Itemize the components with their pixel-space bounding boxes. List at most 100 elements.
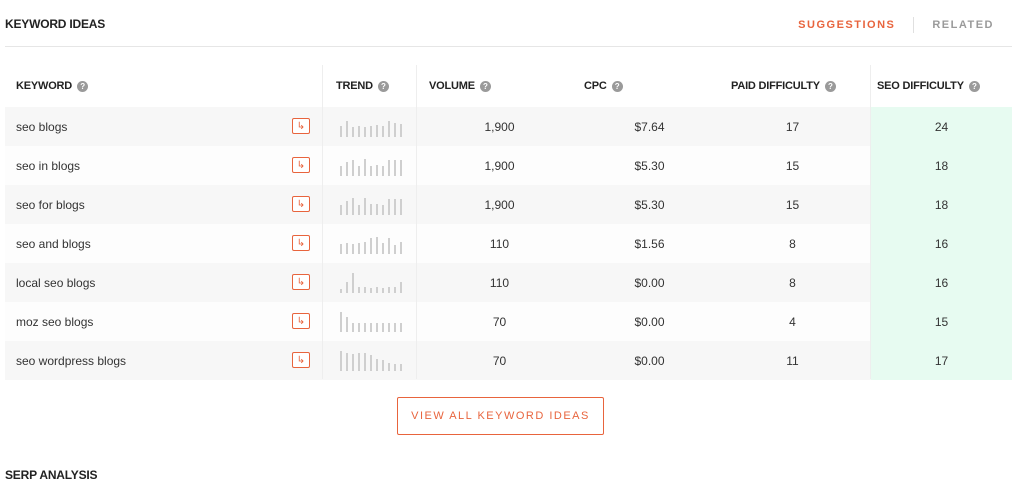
trend-bar	[358, 286, 360, 293]
column-header-trend[interactable]: TREND ?	[336, 65, 389, 107]
help-circle-icon[interactable]: ?	[824, 80, 836, 92]
keyword-link[interactable]: seo in blogs	[16, 146, 80, 185]
trend-bar	[394, 198, 396, 215]
table-row: local seo blogs ↳ 110 $0.00 8 16	[5, 263, 1012, 302]
trend-bar	[352, 243, 354, 254]
arrow-redirect-icon[interactable]: ↳	[292, 118, 310, 134]
seo-difficulty-cell: 24	[871, 107, 1012, 146]
table-row: seo and blogs ↳ 110 $1.56 8 16	[5, 224, 1012, 263]
trend-bar	[394, 363, 396, 371]
help-circle-icon[interactable]: ?	[479, 80, 491, 92]
keyword-link[interactable]: seo for blogs	[16, 185, 85, 224]
trend-bar	[346, 200, 348, 215]
trend-bar	[340, 311, 342, 332]
volume-cell: 1,900	[484, 158, 515, 173]
trend-bar	[400, 322, 402, 332]
trend-bar	[346, 242, 348, 254]
trend-sparkline	[340, 185, 410, 224]
trend-bar	[388, 159, 390, 176]
column-header-seo-difficulty[interactable]: SEO DIFFICULTY ?	[877, 65, 980, 107]
table-row: seo blogs ↳ 1,900 $7.64 17 24	[5, 107, 1012, 146]
keyword-link[interactable]: local seo blogs	[16, 263, 95, 302]
keyword-link[interactable]: seo blogs	[16, 107, 67, 146]
tab-bar: SUGGESTIONS RELATED	[798, 17, 994, 33]
trend-bar	[400, 241, 402, 254]
help-circle-icon[interactable]: ?	[968, 80, 980, 92]
trend-bar	[370, 165, 372, 176]
trend-bar	[358, 125, 360, 137]
trend-bar	[364, 352, 366, 371]
trend-chart	[340, 272, 402, 293]
trend-bar	[340, 350, 342, 371]
trend-bar	[382, 242, 384, 254]
seo-difficulty-cell: 18	[871, 185, 1012, 224]
tab-divider	[913, 17, 915, 33]
trend-bar	[364, 322, 366, 332]
trend-bar	[394, 286, 396, 293]
help-circle-icon[interactable]: ?	[77, 80, 89, 92]
table-row: seo for blogs ↳ 1,900 $5.30 15 18	[5, 185, 1012, 224]
help-circle-icon[interactable]: ?	[611, 80, 623, 92]
trend-bar	[400, 281, 402, 293]
trend-bar	[388, 120, 390, 137]
keyword-link[interactable]: moz seo blogs	[16, 302, 93, 341]
trend-bar	[382, 204, 384, 215]
column-header-keyword[interactable]: KEYWORD ?	[16, 65, 89, 107]
trend-bar	[376, 164, 378, 176]
keyword-text: seo and blogs	[16, 236, 91, 251]
help-circle-icon[interactable]: ?	[377, 80, 389, 92]
trend-bar	[340, 125, 342, 137]
tab-related[interactable]: RELATED	[932, 19, 994, 31]
keyword-ideas-table: KEYWORD ? TREND ? VOLUME ? CPC ? PAID DI…	[5, 65, 1012, 380]
column-header-label: PAID DIFFICULTY	[731, 80, 820, 92]
column-divider	[416, 65, 417, 379]
arrow-redirect-icon[interactable]: ↳	[292, 313, 310, 329]
keyword-text: seo for blogs	[16, 197, 85, 212]
trend-bar	[400, 159, 402, 176]
trend-bar	[382, 359, 384, 371]
trend-bar	[340, 243, 342, 254]
paid-difficulty-cell: 15	[785, 158, 800, 173]
trend-bar	[394, 244, 396, 254]
volume-cell: 1,900	[484, 119, 515, 134]
paid-difficulty-cell: 17	[785, 119, 800, 134]
view-all-keyword-ideas-button[interactable]: VIEW ALL KEYWORD IDEAS	[397, 397, 604, 435]
volume-cell: 110	[489, 236, 510, 251]
trend-bar	[394, 322, 396, 332]
keyword-text: seo in blogs	[16, 158, 81, 173]
trend-bar	[346, 161, 348, 176]
arrow-redirect-icon[interactable]: ↳	[292, 352, 310, 368]
paid-difficulty-cell: 8	[789, 275, 796, 290]
arrow-redirect-icon[interactable]: ↳	[292, 157, 310, 173]
trend-chart	[340, 197, 402, 215]
arrow-redirect-icon[interactable]: ↳	[292, 235, 310, 251]
trend-bar	[352, 272, 354, 293]
trend-bar	[340, 204, 342, 215]
arrow-redirect-icon[interactable]: ↳	[292, 196, 310, 212]
arrow-redirect-icon[interactable]: ↳	[292, 274, 310, 290]
tab-suggestions[interactable]: SUGGESTIONS	[798, 19, 895, 31]
volume-cell: 1,900	[484, 197, 515, 212]
trend-sparkline	[340, 341, 410, 380]
column-header-volume[interactable]: VOLUME ?	[429, 65, 491, 107]
column-header-cpc[interactable]: CPC ?	[584, 65, 623, 107]
trend-bar	[382, 322, 384, 332]
trend-bar	[388, 322, 390, 332]
seo-difficulty-cell: 18	[871, 146, 1012, 185]
trend-bar	[352, 353, 354, 371]
column-header-paid-difficulty[interactable]: PAID DIFFICULTY ?	[731, 65, 836, 107]
cpc-cell: $1.56	[634, 236, 665, 251]
trend-sparkline	[340, 224, 410, 263]
keyword-link[interactable]: seo wordpress blogs	[16, 341, 126, 380]
trend-bar	[340, 165, 342, 176]
trend-bar	[346, 316, 348, 332]
serp-analysis-title: SERP ANALYSIS	[5, 468, 98, 482]
trend-bar	[400, 363, 402, 371]
trend-bar	[382, 125, 384, 137]
column-header-label: SEO DIFFICULTY	[877, 80, 964, 92]
trend-bar	[382, 287, 384, 293]
table-row: seo wordpress blogs ↳ 70 $0.00 11 17	[5, 341, 1012, 380]
trend-bar	[364, 158, 366, 176]
column-header-label: TREND	[336, 80, 373, 92]
keyword-link[interactable]: seo and blogs	[16, 224, 91, 263]
